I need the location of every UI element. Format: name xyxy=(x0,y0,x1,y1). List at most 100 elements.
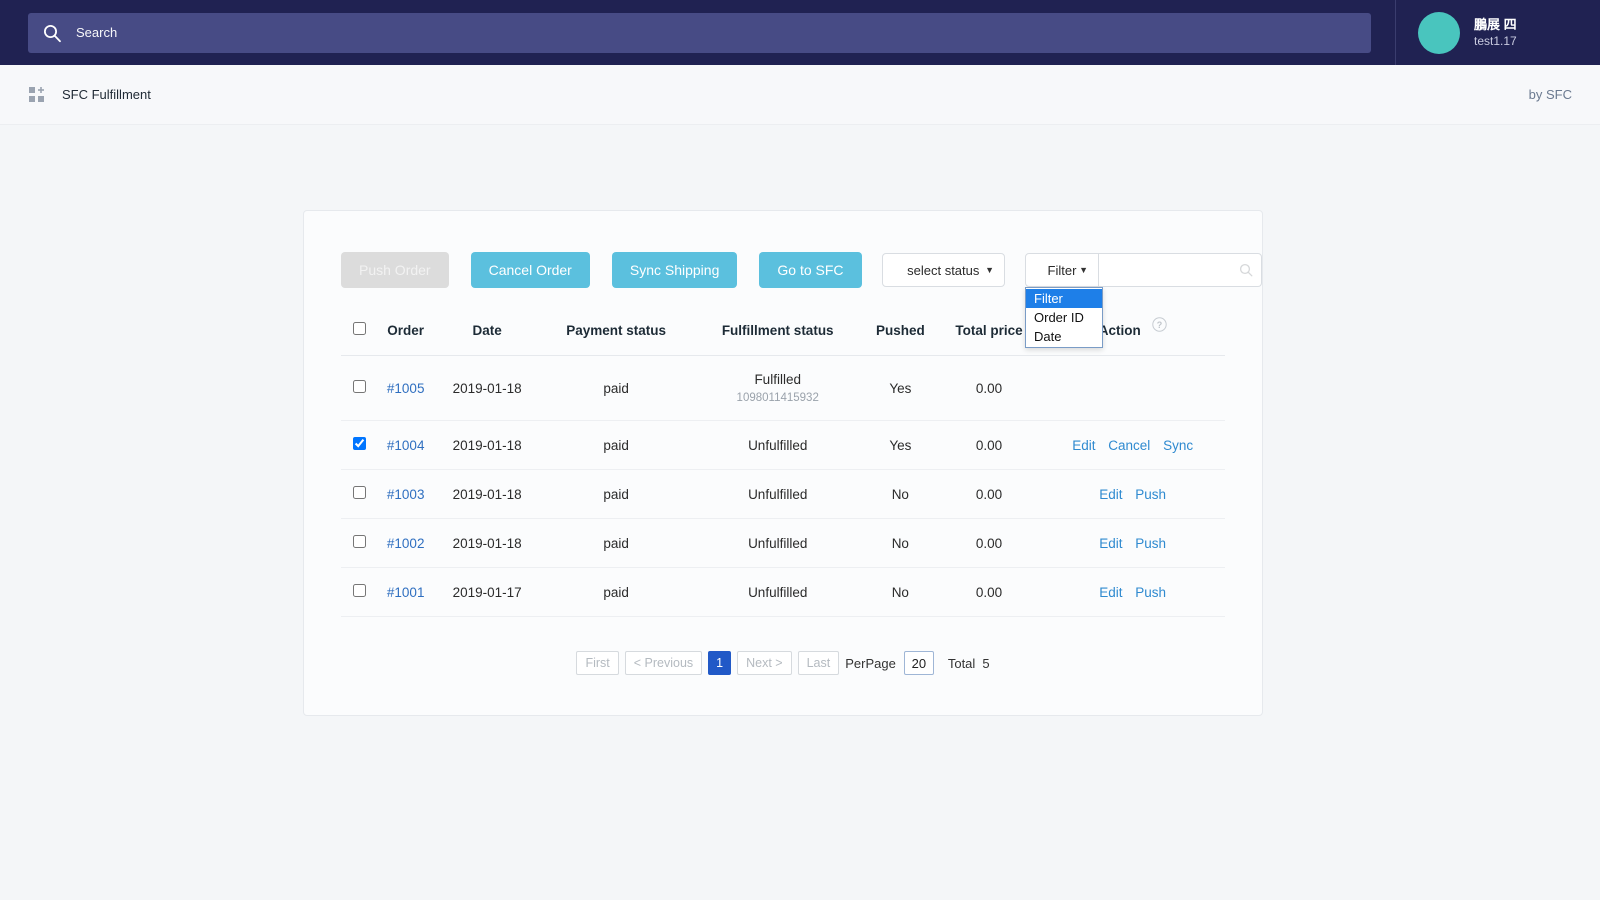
cell-fulfillment-status: Unfulfilled xyxy=(692,518,864,568)
filter-select[interactable]: Filter ▼ xyxy=(1025,253,1099,287)
action-edit[interactable]: Edit xyxy=(1099,487,1122,502)
orders-table: Order Date Payment status Fulfillment st… xyxy=(341,316,1225,617)
cell-actions: Edit Push xyxy=(1040,518,1225,568)
header-pushed[interactable]: Pushed xyxy=(863,322,938,356)
action-cancel[interactable]: Cancel xyxy=(1108,438,1150,453)
action-edit[interactable]: Edit xyxy=(1099,585,1122,600)
apps-add-icon xyxy=(28,86,46,104)
svg-text:?: ? xyxy=(1156,320,1162,330)
order-link[interactable]: #1003 xyxy=(387,487,425,502)
order-link[interactable]: #1002 xyxy=(387,536,425,551)
cell-pushed: No xyxy=(863,469,938,519)
row-select-cell xyxy=(341,420,377,470)
status-select[interactable]: select status ▼ xyxy=(881,253,1005,287)
orders-card: Push Order Cancel Order Sync Shipping Go… xyxy=(303,210,1263,716)
push-order-button[interactable]: Push Order xyxy=(341,252,449,288)
pagination: First < Previous 1 Next > Last PerPage T… xyxy=(341,651,1225,675)
filter-dropdown-menu[interactable]: Filter Order ID Date xyxy=(1025,287,1103,348)
action-push[interactable]: Push xyxy=(1135,585,1166,600)
filter-group: Filter ▼ Filter Order ID Date xyxy=(1025,253,1262,348)
row-select-cell xyxy=(341,355,377,421)
cell-actions: Edit Push xyxy=(1040,567,1225,617)
table-row: #1005 2019-01-18 paid Fulfilled 10980114… xyxy=(341,355,1225,421)
header-payment-status[interactable]: Payment status xyxy=(539,322,693,356)
action-push[interactable]: Push xyxy=(1135,487,1166,502)
cell-total-price: 0.00 xyxy=(937,469,1041,519)
cell-total-price: 0.00 xyxy=(937,518,1041,568)
pagination-page-1-button[interactable]: 1 xyxy=(708,651,732,675)
order-link[interactable]: #1004 xyxy=(387,438,425,453)
row-select-cell xyxy=(341,518,377,568)
action-edit[interactable]: Edit xyxy=(1072,438,1095,453)
page-title: SFC Fulfillment xyxy=(62,87,151,102)
pagination-next-button[interactable]: Next > xyxy=(737,651,792,675)
search-icon xyxy=(42,23,62,43)
header-action-label: Action xyxy=(1098,322,1141,338)
user-name: 鵬展 四 xyxy=(1474,16,1517,32)
row-checkbox[interactable] xyxy=(352,437,366,450)
table-body: #1005 2019-01-18 paid Fulfilled 10980114… xyxy=(341,355,1225,617)
cell-date: 2019-01-18 xyxy=(434,355,540,421)
search-placeholder-text: Search xyxy=(76,25,118,40)
pagination-last-button[interactable]: Last xyxy=(797,651,840,675)
filter-option-date[interactable]: Date xyxy=(1026,327,1102,346)
cell-total-price: 0.00 xyxy=(937,567,1041,617)
credit-label: by SFC xyxy=(1528,87,1572,102)
top-navigation-bar: Search 鵬展 四 test1.17 xyxy=(0,0,1600,65)
user-menu[interactable]: 鵬展 四 test1.17 xyxy=(1396,0,1517,65)
table-row: #1002 2019-01-18 paid Unfulfilled No 0.0… xyxy=(341,518,1225,568)
filter-select-value: Filter xyxy=(1047,262,1077,278)
pagination-previous-button[interactable]: < Previous xyxy=(624,651,703,675)
action-edit[interactable]: Edit xyxy=(1099,536,1122,551)
cell-payment-status: paid xyxy=(539,420,693,470)
header-date[interactable]: Date xyxy=(434,322,540,356)
cell-pushed: Yes xyxy=(863,420,938,470)
table-row: #1004 2019-01-18 paid Unfulfilled Yes 0.… xyxy=(341,420,1225,470)
cell-date: 2019-01-18 xyxy=(434,518,540,568)
go-to-sfc-button[interactable]: Go to SFC xyxy=(759,252,862,288)
select-all-checkbox[interactable] xyxy=(352,322,366,335)
row-select-cell xyxy=(341,469,377,519)
cell-fulfillment-status: Fulfilled 1098011415932 xyxy=(692,355,864,421)
chevron-down-icon: ▼ xyxy=(1079,265,1088,275)
row-checkbox[interactable] xyxy=(352,584,366,597)
order-link[interactable]: #1005 xyxy=(387,381,425,396)
avatar xyxy=(1418,11,1460,54)
page-body: Push Order Cancel Order Sync Shipping Go… xyxy=(0,125,1600,900)
cancel-order-button[interactable]: Cancel Order xyxy=(470,252,590,288)
row-select-cell xyxy=(341,567,377,617)
action-sync[interactable]: Sync xyxy=(1163,438,1193,453)
header-fulfillment-status[interactable]: Fulfillment status xyxy=(692,322,864,356)
global-search-input[interactable]: Search xyxy=(28,12,1371,53)
cell-total-price: 0.00 xyxy=(937,355,1041,421)
question-circle-icon[interactable]: ? xyxy=(1151,316,1167,335)
pagination-first-button[interactable]: First xyxy=(576,651,619,675)
cell-date: 2019-01-18 xyxy=(434,469,540,519)
row-checkbox[interactable] xyxy=(352,380,366,393)
header-order[interactable]: Order xyxy=(377,322,435,356)
chevron-down-icon: ▼ xyxy=(985,265,994,275)
cell-date: 2019-01-17 xyxy=(434,567,540,617)
filter-search-input[interactable] xyxy=(1099,253,1262,287)
total-value: 5 xyxy=(982,655,990,671)
cell-pushed: No xyxy=(863,567,938,617)
cell-date: 2019-01-18 xyxy=(434,420,540,470)
cell-pushed: Yes xyxy=(863,355,938,421)
cell-fulfillment-status: Unfulfilled xyxy=(692,567,864,617)
order-link[interactable]: #1001 xyxy=(387,585,425,600)
table-row: #1003 2019-01-18 paid Unfulfilled No 0.0… xyxy=(341,469,1225,519)
row-checkbox[interactable] xyxy=(352,535,366,548)
cell-actions xyxy=(1040,355,1225,421)
search-icon xyxy=(1239,263,1253,277)
total-label: Total xyxy=(947,655,976,671)
fulfillment-status-text: Fulfilled xyxy=(754,372,801,387)
filter-option-order-id[interactable]: Order ID xyxy=(1026,308,1102,327)
action-push[interactable]: Push xyxy=(1135,536,1166,551)
row-checkbox[interactable] xyxy=(352,486,366,499)
user-account: test1.17 xyxy=(1474,34,1517,49)
cell-payment-status: paid xyxy=(539,518,693,568)
sync-shipping-button[interactable]: Sync Shipping xyxy=(611,252,738,288)
filter-option-filter[interactable]: Filter xyxy=(1026,289,1102,308)
cell-payment-status: paid xyxy=(539,567,693,617)
perpage-input[interactable] xyxy=(903,651,934,675)
